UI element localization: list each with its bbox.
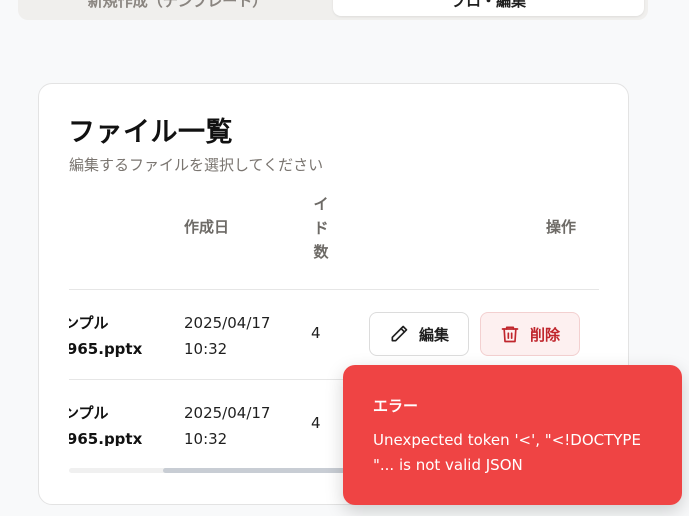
toast-title: エラー (373, 397, 419, 415)
header-slides: イ ド 数 (311, 196, 331, 264)
header-operations: 操作 (546, 218, 577, 236)
file-date: 2025/04/17 10:32 (184, 400, 270, 446)
table-header: 作成日 イ ド 数 操作 (69, 196, 599, 290)
error-toast[interactable]: エラー Unexpected token '<', "<!DOCTYPE "..… (343, 365, 682, 505)
tab-edit[interactable]: プロ・編集 (333, 0, 644, 16)
mode-tabs: 新規作成（テンプレート） プロ・編集 (18, 0, 648, 20)
edit-label: 編集 (418, 325, 449, 344)
card-description: 編集するファイルを選択してください (69, 156, 324, 174)
date-line: 2025/04/17 (184, 404, 271, 422)
tab-template[interactable]: 新規作成（テンプレート） (22, 0, 333, 16)
header-slides-char: 数 (313, 243, 329, 261)
slide-count: 4 (311, 324, 321, 342)
file-name: サンプル _5965.pptx (69, 310, 159, 362)
trash-icon (500, 324, 520, 344)
date-line: 2025/04/17 (184, 314, 271, 332)
time-line: 10:32 (184, 430, 228, 446)
slide-count: 4 (311, 414, 321, 432)
header-date: 作成日 (184, 218, 230, 236)
delete-button[interactable]: 削除 (480, 312, 580, 356)
file-name-line: サンプル (69, 314, 109, 332)
header-slides-char: イ (313, 196, 329, 213)
delete-label: 削除 (529, 325, 560, 344)
header-slides-char: ド (313, 219, 329, 237)
file-name-line: サンプル (69, 404, 109, 422)
file-name-line: _5965.pptx (69, 340, 143, 358)
toast-message: Unexpected token '<', "<!DOCTYPE "... is… (373, 431, 641, 474)
time-line: 10:32 (184, 340, 228, 358)
file-name: サンプル _5965.pptx (69, 400, 159, 446)
pencil-icon (389, 324, 409, 344)
file-name-line: _5965.pptx (69, 430, 143, 446)
card-title: ファイル一覧 (68, 117, 233, 148)
file-date: 2025/04/17 10:32 (184, 310, 270, 362)
edit-button[interactable]: 編集 (369, 312, 469, 356)
